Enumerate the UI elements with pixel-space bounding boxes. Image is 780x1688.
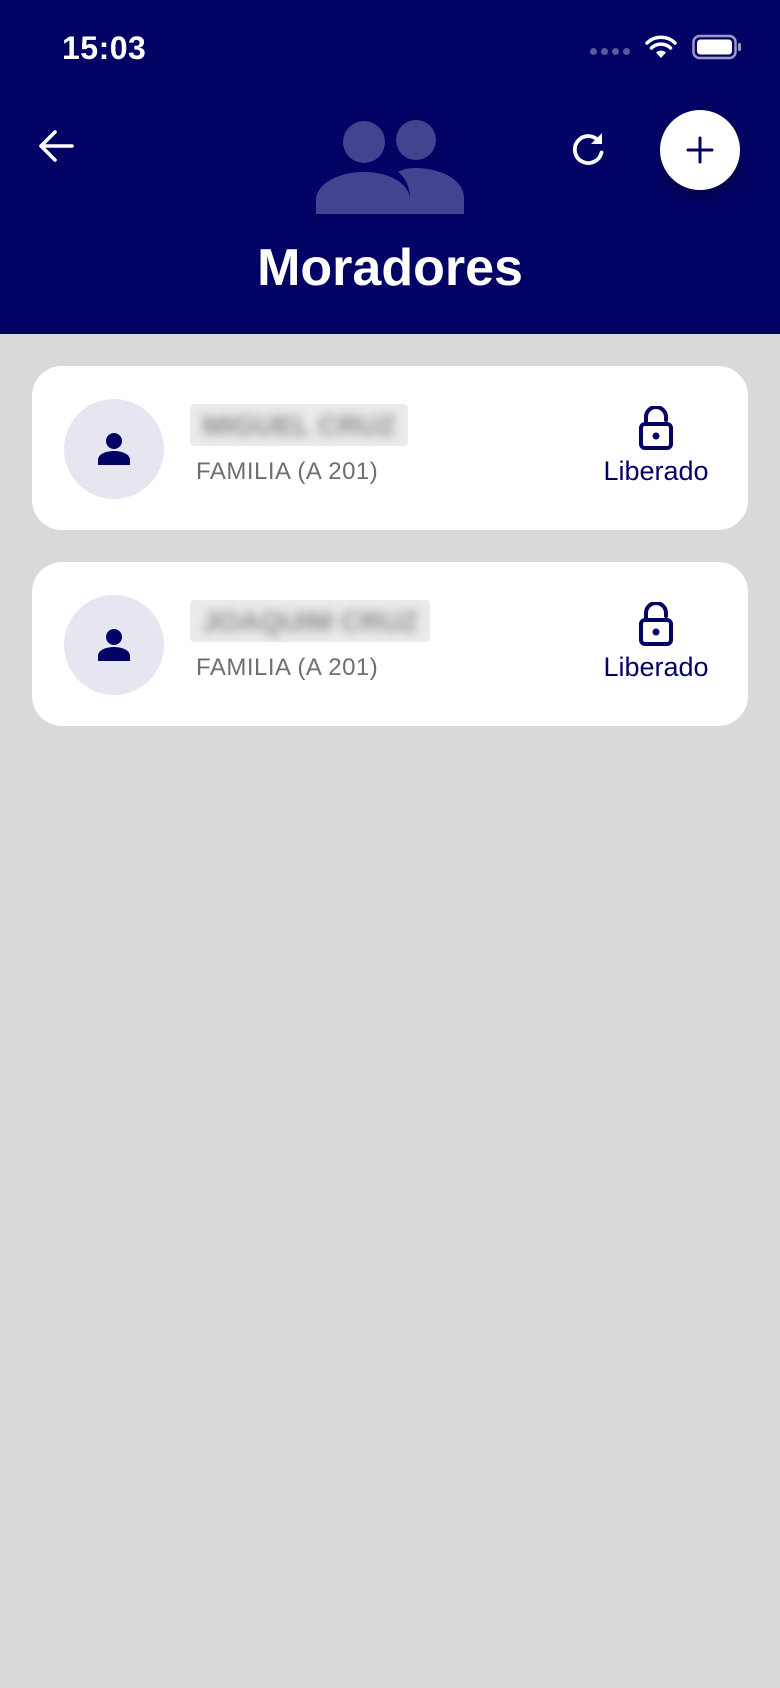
person-icon [98,629,130,661]
app-header: 15:03 Moradores [0,0,780,334]
cellular-signal-icon [590,47,630,55]
back-button[interactable] [30,120,82,172]
avatar [64,399,164,499]
status-bar-icons [590,34,742,60]
access-status-label: Liberado [603,652,709,682]
refresh-icon [572,133,604,165]
arrow-left-icon [39,130,74,162]
unlock-icon [639,406,673,450]
access-status-button[interactable]: Liberado [596,602,716,683]
access-status-button[interactable]: Liberado [596,406,716,487]
access-status-label: Liberado [603,456,709,486]
group-icon [316,120,464,214]
wifi-icon [645,35,677,58]
resident-name: JOAQUIM CRUZ [190,600,431,642]
refresh-button[interactable] [562,124,614,176]
resident-card[interactable]: JOAQUIM CRUZ FAMILIA (A 201) Liberado [32,562,748,726]
add-resident-button[interactable] [660,110,740,190]
residents-list: MIGUEL CRUZ FAMILIA (A 201) Liberado JOA… [32,366,748,758]
unlock-icon [639,602,673,646]
resident-unit: FAMILIA (A 201) [196,654,379,681]
resident-unit: FAMILIA (A 201) [196,458,379,485]
plus-icon [686,136,714,164]
person-icon [98,433,130,465]
status-bar-time: 15:03 [62,30,147,66]
resident-card[interactable]: MIGUEL CRUZ FAMILIA (A 201) Liberado [32,366,748,530]
battery-icon [692,34,741,60]
page-title: Moradores [257,239,523,297]
avatar [64,595,164,695]
resident-name: MIGUEL CRUZ [190,404,408,446]
